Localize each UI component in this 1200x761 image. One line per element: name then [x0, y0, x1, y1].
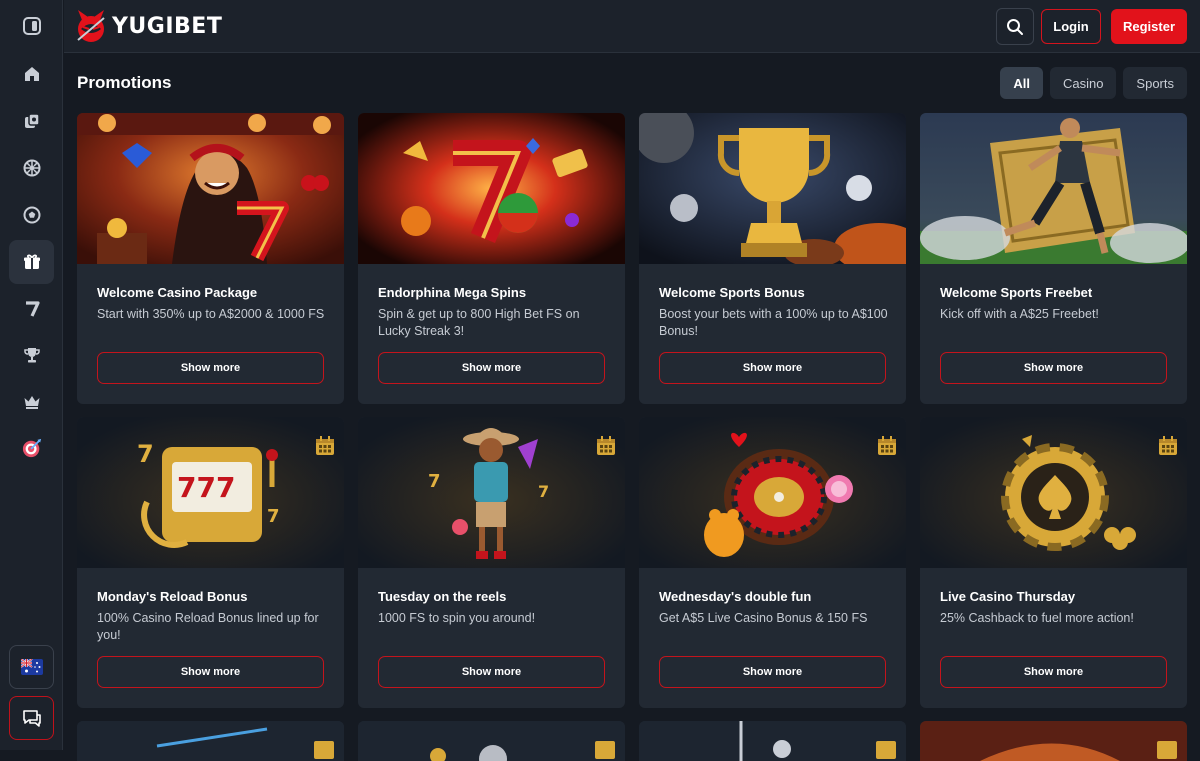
- toggle-sidebar-icon[interactable]: [9, 4, 54, 48]
- promo-image-samurai-casino: [77, 113, 344, 264]
- promo-card-partial: [639, 721, 906, 761]
- show-more-button[interactable]: Show more: [659, 352, 886, 384]
- promo-title: Tuesday on the reels: [378, 589, 507, 604]
- promo-card: Welcome Sports Bonus Boost your bets wit…: [639, 113, 906, 404]
- show-more-button[interactable]: Show more: [940, 352, 1167, 384]
- register-button[interactable]: Register: [1111, 9, 1187, 44]
- calendar-icon: [878, 436, 896, 455]
- promo-image-football-player: [920, 113, 1187, 264]
- filter-tab-casino[interactable]: Casino: [1049, 67, 1117, 99]
- promo-description: Boost your bets with a 100% up to A$100 …: [659, 307, 888, 338]
- promo-filter-tabs: All Casino Sports: [1000, 67, 1187, 99]
- promo-title: Welcome Sports Bonus: [659, 285, 805, 300]
- promo-description: Get A$5 Live Casino Bonus & 150 FS: [659, 611, 868, 625]
- promo-title: Wednesday's double fun: [659, 589, 812, 604]
- home-icon[interactable]: [9, 52, 54, 96]
- show-more-button[interactable]: Show more: [378, 352, 605, 384]
- search-icon: [1007, 18, 1023, 35]
- promo-image-lucky-seven: [358, 113, 625, 264]
- filter-tab-all[interactable]: All: [1000, 67, 1043, 99]
- calendar-icon: [316, 436, 334, 455]
- promo-title: Welcome Sports Freebet: [940, 285, 1093, 300]
- search-button[interactable]: [996, 8, 1034, 45]
- promo-description: Kick off with a A$25 Freebet!: [940, 307, 1099, 321]
- promo-image-poker-chip: [920, 417, 1187, 568]
- gift-icon[interactable]: [9, 240, 54, 284]
- promo-description: 25% Cashback to fuel more action!: [940, 611, 1134, 625]
- trophy-icon[interactable]: [9, 333, 54, 377]
- filter-tab-sports[interactable]: Sports: [1123, 67, 1187, 99]
- sidebar: [0, 0, 63, 750]
- promo-description: 100% Casino Reload Bonus lined up for yo…: [97, 611, 319, 642]
- svg-text:7: 7: [267, 506, 280, 527]
- promo-card-partial: [77, 721, 344, 761]
- promo-title: Endorphina Mega Spins: [378, 285, 527, 300]
- seven-icon[interactable]: [9, 287, 54, 331]
- crown-icon[interactable]: [9, 380, 54, 424]
- calendar-icon: [1159, 436, 1177, 455]
- promo-card: 777 7 7 Monday's Reload Bonus 100% Casin…: [77, 417, 344, 708]
- promo-image-golden-trophy: [639, 113, 906, 264]
- promo-description: 1000 FS to spin you around!: [378, 611, 536, 625]
- promo-title: Welcome Casino Package: [97, 285, 258, 300]
- brand-name: YUGIBET: [112, 13, 223, 39]
- target-icon[interactable]: [9, 426, 54, 470]
- promo-card: Wednesday's double fun Get A$5 Live Casi…: [639, 417, 906, 708]
- calendar-icon: [597, 436, 615, 455]
- page-title: Promotions: [77, 73, 172, 92]
- show-more-button[interactable]: Show more: [97, 656, 324, 688]
- promo-image-slot-machine: 777 7 7: [77, 417, 344, 568]
- promo-image-roulette: [639, 417, 906, 568]
- promo-card-partial: [920, 721, 1187, 761]
- svg-text:7: 7: [428, 471, 441, 492]
- casino-chips-icon[interactable]: [9, 99, 54, 143]
- roulette-icon[interactable]: [9, 146, 54, 190]
- promo-card: 7 7 Tuesday on the reels 1000 FS to spin…: [358, 417, 625, 708]
- promo-card: Welcome Casino Package Start with 350% u…: [77, 113, 344, 404]
- promo-title: Live Casino Thursday: [940, 589, 1076, 604]
- svg-text:777: 777: [177, 471, 235, 504]
- show-more-button[interactable]: Show more: [97, 352, 324, 384]
- promo-title: Monday's Reload Bonus: [97, 589, 248, 604]
- svg-text:7: 7: [538, 482, 549, 501]
- sports-ball-icon[interactable]: [9, 193, 54, 237]
- promo-card: Endorphina Mega Spins Spin & get up to 8…: [358, 113, 625, 404]
- promo-description: Start with 350% up to A$2000 & 1000 FS: [97, 307, 325, 321]
- promo-image-cowboy: 7 7: [358, 417, 625, 568]
- chat-icon[interactable]: [9, 696, 54, 740]
- show-more-button[interactable]: Show more: [940, 656, 1167, 688]
- promo-description: Spin & get up to 800 High Bet FS on Luck…: [378, 307, 580, 338]
- show-more-button[interactable]: Show more: [378, 656, 605, 688]
- promo-card: Welcome Sports Freebet Kick off with a A…: [920, 113, 1187, 404]
- svg-text:7: 7: [137, 440, 154, 468]
- brand-logo[interactable]: YUGIBET: [76, 8, 222, 44]
- top-header: YUGIBET Login Register: [64, 0, 1200, 53]
- login-button[interactable]: Login: [1041, 9, 1101, 44]
- australia-flag-icon[interactable]: [9, 645, 54, 689]
- promo-card: Live Casino Thursday 25% Cashback to fue…: [920, 417, 1187, 708]
- brand-mascot-icon: [77, 10, 105, 42]
- promo-card-partial: [358, 721, 625, 761]
- show-more-button[interactable]: Show more: [659, 656, 886, 688]
